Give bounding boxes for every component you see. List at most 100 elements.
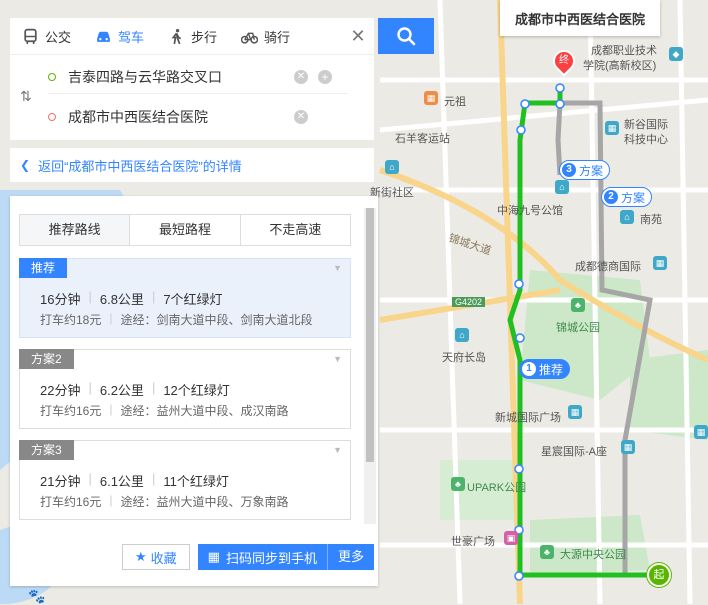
search-button[interactable] bbox=[378, 18, 434, 54]
poi-icon-zhonghai[interactable]: ⌂ bbox=[555, 180, 569, 194]
route-tag: 方案2 bbox=[19, 349, 74, 369]
tab-shortest[interactable]: 最短路程 bbox=[130, 215, 241, 245]
star-icon: ★ bbox=[135, 549, 147, 564]
poi-icon-xingchen[interactable]: ▦ bbox=[621, 440, 635, 454]
route-taxi: 打车约18元 bbox=[40, 313, 102, 327]
route-card-2[interactable]: 方案2 ▼ 22分钟 | 6.2公里 | 12个红绿灯 打车约16元 | 途经：益州大… bbox=[19, 349, 351, 429]
caret-down-icon[interactable]: ▼ bbox=[333, 354, 342, 364]
mode-walk[interactable]: 步行 bbox=[156, 18, 229, 54]
poi-icon-xingu[interactable]: ▦ bbox=[605, 121, 619, 135]
origin-dot-icon bbox=[48, 72, 56, 81]
baidu-paw-icon: 🐾 bbox=[28, 588, 46, 604]
route-summary: 21分钟 | 6.1公里 | 11个红绿灯 bbox=[40, 471, 229, 489]
poi-icon-deshang[interactable]: ▦ bbox=[653, 256, 667, 270]
poi-label-yuanzu[interactable]: 元祖 bbox=[444, 93, 466, 109]
add-waypoint-icon[interactable]: + bbox=[318, 70, 332, 84]
route-actions: ★ 收藏 ▦ 扫码同步到手机 更多 bbox=[122, 544, 374, 570]
poi-icon-shihao[interactable]: ▣ bbox=[504, 531, 518, 545]
poi-label-xingu[interactable]: 新谷国际 bbox=[624, 116, 668, 132]
poi-label-vocational-2[interactable]: 学院(高新校区) bbox=[583, 57, 656, 73]
search-icon bbox=[397, 27, 416, 46]
caret-down-icon[interactable]: ▼ bbox=[333, 445, 342, 455]
scheme-number: 1 bbox=[522, 362, 536, 376]
chevron-left-icon: ❮ bbox=[20, 158, 31, 172]
route-tag: 推荐 bbox=[19, 258, 68, 278]
route-card-3[interactable]: 方案3 ▼ 21分钟 | 6.1公里 | 11个红绿灯 打车约16元 | 途经：益州大… bbox=[19, 440, 351, 520]
mode-car-label: 驾车 bbox=[118, 29, 145, 45]
poi-icon-edge[interactable]: ▦ bbox=[694, 425, 708, 439]
mode-bus[interactable]: 公交 bbox=[10, 18, 83, 54]
route-details: 打车约16元 | 途经：益州大道中段、成汉南路 bbox=[40, 402, 289, 418]
poi-icon-park[interactable]: ♣ bbox=[571, 298, 585, 312]
back-to-details-link[interactable]: ❮ 返回“成都市中西医结合医院”的详情 bbox=[10, 148, 374, 182]
poi-icon-xincheng[interactable]: ▦ bbox=[568, 405, 582, 419]
close-icon[interactable]: ✕ bbox=[348, 26, 368, 46]
road-label-g4202: G4202 bbox=[452, 297, 486, 307]
poi-label-xingu-2[interactable]: 科技中心 bbox=[624, 131, 668, 147]
poi-label-xincheng[interactable]: 新城国际广场 bbox=[495, 409, 561, 425]
poi-icon-upark[interactable]: ♣ bbox=[451, 477, 465, 491]
mode-car[interactable]: 驾车 bbox=[83, 18, 156, 54]
origin-marker[interactable]: 起 bbox=[647, 563, 671, 587]
route-lights: 11个红绿灯 bbox=[163, 474, 229, 489]
destination-input[interactable] bbox=[68, 109, 288, 125]
walk-icon bbox=[171, 28, 182, 44]
route-taxi: 打车约16元 bbox=[40, 404, 102, 418]
route-inputs: ⇅ ✕ + ✕ bbox=[10, 54, 374, 140]
map-scheme-3-tag[interactable]: 3 方案 bbox=[559, 160, 611, 180]
poi-icon-xinjie[interactable]: ⌂ bbox=[385, 160, 399, 174]
origin-marker-label: 起 bbox=[653, 569, 665, 581]
sync-to-phone-button[interactable]: ▦ 扫码同步到手机 bbox=[198, 544, 328, 570]
origin-input[interactable] bbox=[68, 68, 288, 85]
bus-icon bbox=[24, 28, 37, 44]
route-details: 打车约18元 | 途经：剑南大道中段、剑南大道北段 bbox=[40, 311, 313, 327]
poi-label-xingchen[interactable]: 星宸国际-A座 bbox=[541, 443, 607, 459]
poi-label-shiyang[interactable]: 石羊客运站 bbox=[395, 130, 450, 146]
route-time: 22分钟 bbox=[40, 383, 81, 398]
scheme-number: 3 bbox=[562, 163, 576, 177]
poi-label-shihao[interactable]: 世豪广场 bbox=[451, 533, 495, 549]
bike-icon bbox=[241, 32, 259, 44]
sync-button-group: ▦ 扫码同步到手机 更多 bbox=[197, 544, 374, 570]
travel-mode-bar: 公交 驾车 步行 骑行 ✕ bbox=[10, 18, 374, 54]
poi-label-vocational[interactable]: 成都职业技术 bbox=[591, 42, 657, 58]
route-card-1[interactable]: 推荐 ▼ 16分钟 | 6.8公里 | 7个红绿灯 打车约18元 | 途经：剑南大道中… bbox=[19, 258, 351, 338]
destination-clear-icon[interactable]: ✕ bbox=[294, 110, 308, 124]
more-button[interactable]: 更多 bbox=[328, 544, 374, 570]
favorite-button[interactable]: ★ 收藏 bbox=[122, 544, 190, 570]
route-summary: 22分钟 | 6.2公里 | 12个红绿灯 bbox=[40, 380, 230, 398]
poi-label-nanyuan[interactable]: 南苑 bbox=[640, 211, 662, 227]
destination-card[interactable]: 成都市中西医结合医院 bbox=[500, 0, 660, 36]
poi-icon-vocational[interactable]: ◆ bbox=[669, 47, 683, 61]
destination-dot-icon bbox=[48, 113, 56, 121]
poi-label-jincheng-park[interactable]: 锦城公园 bbox=[556, 319, 600, 335]
mode-bike[interactable]: 骑行 bbox=[229, 18, 302, 54]
poi-icon-dayuan[interactable]: ♣ bbox=[540, 545, 554, 559]
route-tag: 方案3 bbox=[19, 440, 74, 460]
tab-no-highway[interactable]: 不走高速 bbox=[241, 215, 350, 245]
scheme-tag-label: 方案 bbox=[579, 163, 604, 178]
caret-down-icon[interactable]: ▼ bbox=[333, 263, 342, 273]
origin-clear-icon[interactable]: ✕ bbox=[294, 70, 308, 84]
destination-marker-label: 终 bbox=[559, 55, 569, 66]
mode-bus-label: 公交 bbox=[45, 29, 72, 45]
route-time: 16分钟 bbox=[40, 292, 81, 307]
route-summary: 16分钟 | 6.8公里 | 7个红绿灯 bbox=[40, 289, 223, 307]
poi-label-tianfu[interactable]: 天府长岛 bbox=[442, 349, 486, 365]
route-time: 21分钟 bbox=[40, 474, 81, 489]
poi-label-zhonghai[interactable]: 中海九号公馆 bbox=[497, 202, 563, 218]
poi-icon-yuanzu[interactable]: ▦ bbox=[424, 91, 438, 105]
poi-icon-tianfu[interactable]: ⌂ bbox=[455, 328, 469, 342]
poi-label-upark[interactable]: UPARK公园 bbox=[467, 479, 526, 495]
scrollbar-thumb[interactable] bbox=[366, 208, 374, 462]
poi-label-deshang[interactable]: 成都德商国际 bbox=[575, 258, 641, 274]
map-scheme-1-tag[interactable]: 1 推荐 bbox=[519, 359, 571, 379]
poi-icon-nanyuan[interactable]: ⌂ bbox=[620, 210, 634, 224]
tab-recommended[interactable]: 推荐路线 bbox=[20, 215, 131, 245]
swap-icon[interactable]: ⇅ bbox=[20, 88, 32, 105]
map-scheme-2-tag[interactable]: 2 方案 bbox=[601, 187, 653, 207]
poi-label-dayuan[interactable]: 大源中央公园 bbox=[560, 546, 626, 562]
route-distance: 6.2公里 bbox=[99, 383, 144, 398]
results-scrollbar[interactable] bbox=[364, 208, 376, 524]
mode-bike-label: 骑行 bbox=[264, 29, 291, 45]
